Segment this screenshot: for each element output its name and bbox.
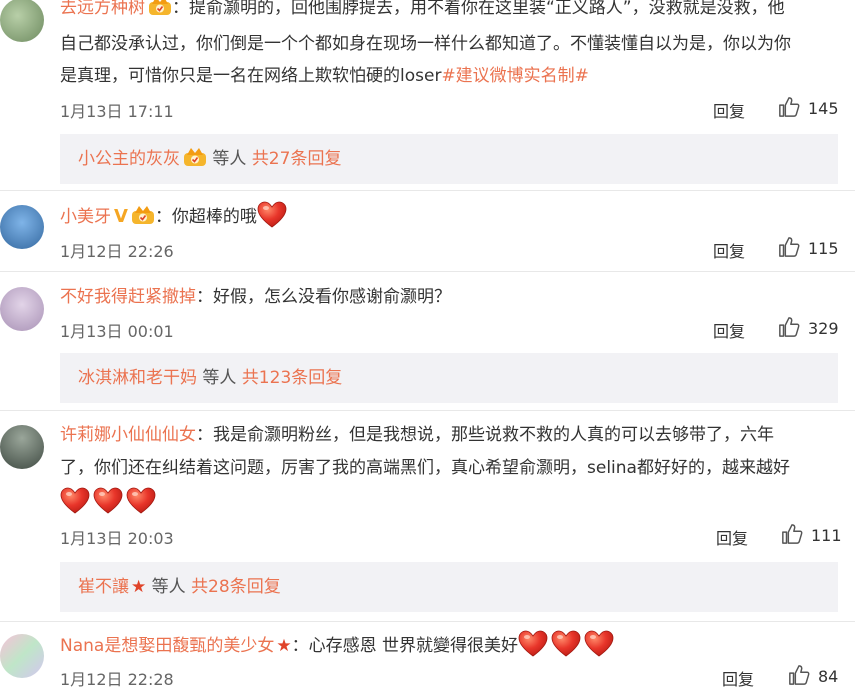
comment-text-line: 自己都没承认过，你们倒是一个个都如身在现场一样什么都知道了。不懂装懂自以为是，你…: [60, 34, 791, 54]
view-replies-link[interactable]: 共27条回复: [252, 149, 342, 169]
heart-icon: [584, 630, 614, 658]
comment-text: 许莉娜小仙仙仙女：我是俞灏明粉丝，但是我想说，那些说救不救的人真的可以去够带了，…: [60, 421, 774, 449]
comment-text: ：你超棒的哦: [154, 207, 257, 227]
username[interactable]: 许莉娜小仙仙仙女: [60, 425, 196, 445]
comment-text: 小美牙 V ：你超棒的哦: [60, 201, 290, 231]
like-button[interactable]: 84: [788, 664, 838, 686]
username[interactable]: 崔不讓: [78, 577, 129, 597]
comment-time: 1月12日 22:26: [60, 242, 174, 261]
thumbs-up-icon: [778, 316, 800, 338]
sub-replies-box[interactable]: 小公主的灰灰 等人 共27条回复: [60, 134, 838, 184]
comment-time: 1月13日 17:11: [60, 102, 174, 121]
username[interactable]: Nana是想娶田馥甄的美少女: [60, 636, 274, 656]
comment-text: 是真理，可惜你只是一名在网络上欺软怕硬的loser#建议微博实名制#: [60, 62, 589, 90]
comment-text: ：心存感恩 世界就變得很美好: [291, 636, 518, 656]
reply-button[interactable]: 回复: [716, 525, 748, 549]
thumbs-up-icon: [778, 96, 800, 118]
heart-icon: [126, 487, 156, 515]
divider: [0, 410, 855, 411]
heart-icon: [257, 201, 287, 229]
thumbs-up-icon: [781, 523, 803, 545]
like-button[interactable]: 111: [781, 523, 842, 545]
comment-time: 1月12日 22:28: [60, 670, 174, 689]
sub-replies-box[interactable]: 崔不讓 ★ 等人 共28条回复: [60, 562, 838, 612]
reply-button[interactable]: 回复: [713, 238, 745, 262]
thumbs-up-icon: [778, 236, 800, 258]
like-button[interactable]: 115: [778, 236, 839, 258]
emoji-row: [60, 487, 159, 517]
heart-icon: [551, 630, 581, 658]
divider: [0, 190, 855, 191]
star-icon: ★: [276, 636, 292, 656]
star-icon: ★: [131, 577, 147, 597]
comment-time: 1月13日 00:01: [60, 322, 174, 341]
divider: [0, 621, 855, 622]
like-count: 145: [808, 99, 839, 118]
like-count: 115: [808, 239, 839, 258]
comment-text: 不好我得赶紧撤掉：好假，怎么没看你感谢俞灏明？: [60, 283, 451, 311]
like-button[interactable]: 145: [778, 96, 839, 118]
vip-crown-icon: [148, 0, 172, 16]
comment-time: 1月13日 20:03: [60, 529, 174, 548]
username[interactable]: 小公主的灰灰: [78, 149, 180, 169]
sub-replies-box[interactable]: 冰淇淋和老干妈 等人 共123条回复: [60, 353, 838, 403]
vip-crown-icon: [131, 205, 155, 225]
sub-replies-label: 等人: [146, 577, 192, 597]
heart-icon: [518, 630, 548, 658]
reply-button[interactable]: 回复: [713, 318, 745, 342]
divider: [0, 271, 855, 272]
avatar[interactable]: [0, 634, 44, 678]
avatar[interactable]: [0, 0, 44, 42]
comment-text: 去远方种树 ：提俞灏明的，回他围脖提去，用不着你在这里装“正义路人”，没救就是没救…: [60, 0, 785, 22]
comment-text: Nana是想娶田馥甄的美少女 ★：心存感恩 世界就變得很美好: [60, 630, 617, 660]
comment-text-line: 是真理，可惜你只是一名在网络上欺软怕硬的loser: [60, 66, 442, 86]
like-count: 329: [808, 319, 839, 338]
username[interactable]: 不好我得赶紧撤掉: [60, 287, 196, 307]
reply-button[interactable]: 回复: [713, 98, 745, 122]
comment-text-line: ：提俞灏明的，回他围脖提去，用不着你在这里装“正义路人”，没救就是没救，他: [172, 0, 785, 18]
username[interactable]: 去远方种树: [60, 0, 145, 18]
heart-icon: [60, 487, 90, 515]
verified-icon: V: [114, 206, 128, 227]
like-count: 84: [818, 667, 839, 686]
reply-button[interactable]: 回复: [722, 666, 754, 690]
avatar[interactable]: [0, 425, 44, 469]
username[interactable]: 小美牙: [60, 207, 111, 227]
view-replies-link[interactable]: 共123条回复: [242, 368, 342, 388]
comment-text-line: ：我是俞灏明粉丝，但是我想说，那些说救不救的人真的可以去够带了，六年: [196, 425, 774, 445]
thumbs-up-icon: [788, 664, 810, 686]
comment-feed: 去远方种树 ：提俞灏明的，回他围脖提去，用不着你在这里装“正义路人”，没救就是没救…: [0, 0, 855, 689]
hashtag-link[interactable]: #建议微博实名制#: [441, 66, 589, 86]
sub-replies-label: 等人: [197, 368, 242, 388]
comment-text: ：好假，怎么没看你感谢俞灏明？: [196, 287, 451, 307]
comment-text-line: 了，你们还在纠结着这问题，厉害了我的高端黑们，真心希望俞灏明，selina都好好…: [60, 458, 790, 478]
view-replies-link[interactable]: 共28条回复: [191, 577, 281, 597]
like-count: 111: [811, 526, 842, 545]
heart-icon: [93, 487, 123, 515]
vip-crown-icon: [183, 137, 207, 157]
sub-replies-label: 等人: [207, 149, 252, 169]
avatar[interactable]: [0, 205, 44, 249]
like-button[interactable]: 329: [778, 316, 839, 338]
avatar[interactable]: [0, 287, 44, 331]
username[interactable]: 冰淇淋和老干妈: [78, 368, 197, 388]
